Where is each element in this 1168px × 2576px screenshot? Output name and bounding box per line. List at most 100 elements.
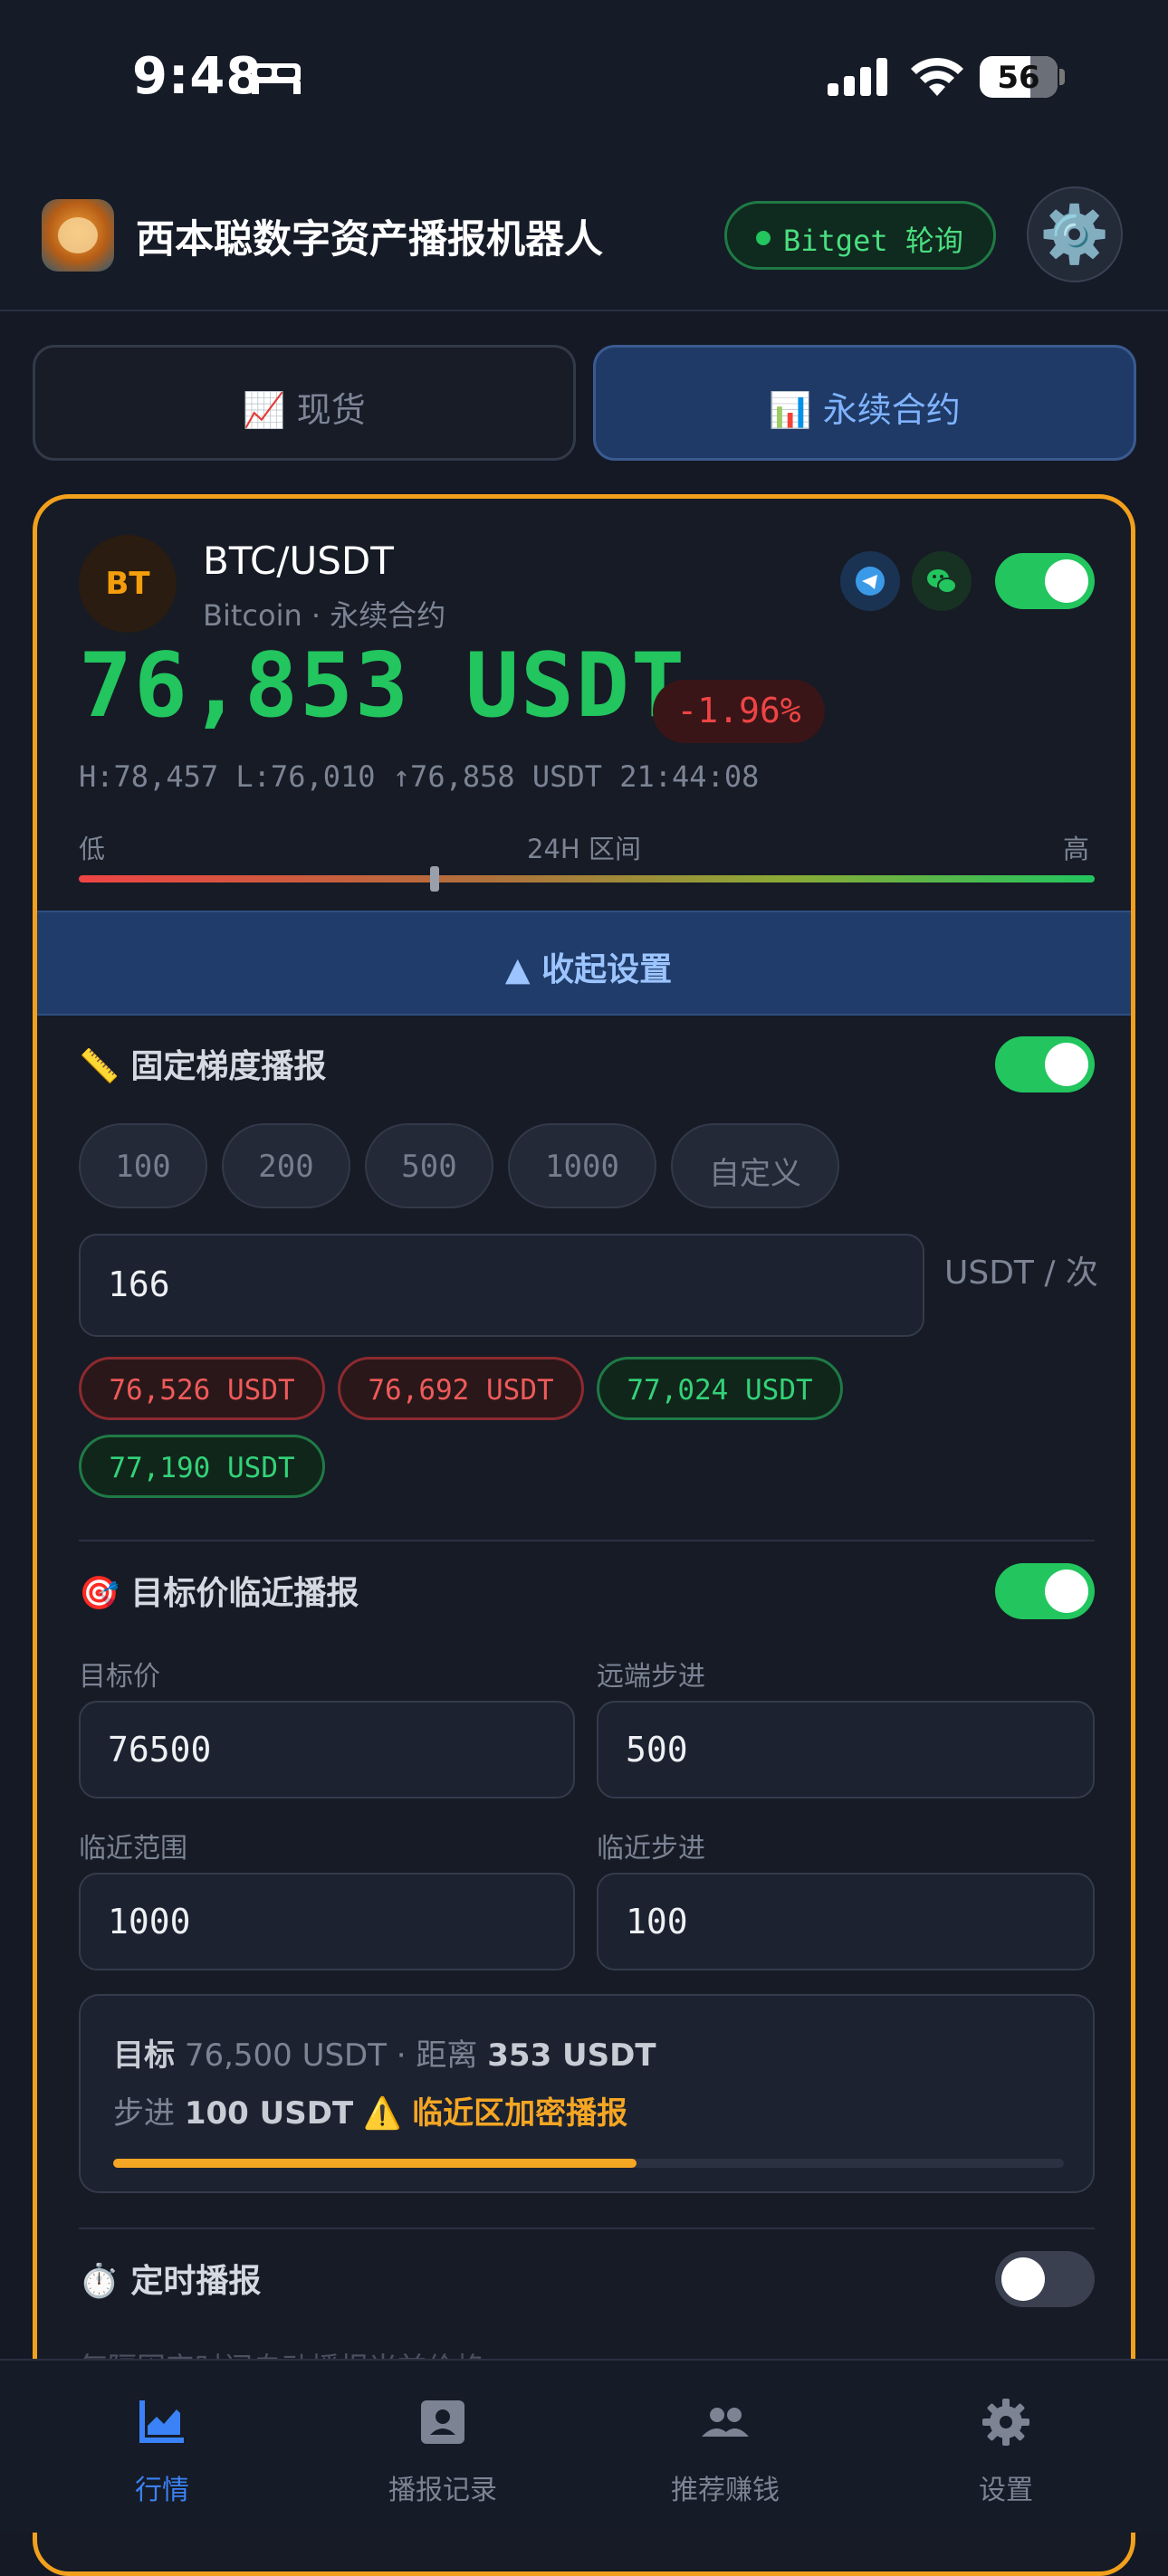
tab-spot-label: 📈 现货 xyxy=(243,390,366,430)
target-title: 🎯 目标价临近播报 xyxy=(79,1575,359,1612)
level-pill: 76,526 USDT xyxy=(79,1357,325,1420)
price-change-badge: -1.96% xyxy=(653,680,825,743)
bottom-nav: 行情 播报记录 推荐赚钱 设置 xyxy=(0,2359,1168,2533)
summary-step-label: 步进 xyxy=(113,2095,175,2132)
far-step-value: 500 xyxy=(626,1730,688,1770)
summary-target-value: 76,500 USDT · 距离 xyxy=(184,2037,478,2074)
app-title: 西本聪数字资产播报机器人 xyxy=(136,217,603,262)
summary-target-label: 目标 xyxy=(113,2037,175,2074)
nav-records-label: 播报记录 xyxy=(388,2475,497,2506)
timed-toggle[interactable] xyxy=(995,2251,1095,2307)
timed-title: ⏱️ 定时播报 xyxy=(79,2263,262,2300)
range-high-label: 高 xyxy=(1062,834,1089,864)
level-value: 77,190 USDT xyxy=(109,1452,295,1484)
preset-label: 100 xyxy=(115,1149,171,1185)
target-toggle[interactable] xyxy=(995,1563,1095,1619)
pair-subtitle: Bitcoin · 永续合约 xyxy=(203,598,446,633)
people-icon xyxy=(702,2408,749,2437)
settings-button[interactable]: ⚙️ xyxy=(1027,186,1123,282)
nav-settings[interactable]: 设置 xyxy=(860,2361,1152,2533)
nav-referral[interactable]: 推荐赚钱 xyxy=(579,2361,871,2533)
tab-spot[interactable]: 📈 现货 xyxy=(33,345,576,461)
near-step-input[interactable]: 100 xyxy=(597,1873,1095,1970)
collapse-settings-button[interactable]: ▲ 收起设置 xyxy=(37,911,1131,1016)
tab-perpetual[interactable]: 📊 永续合约 xyxy=(593,345,1136,461)
app-header: 西本聪数字资产播报机器人 Bitget 轮询 ⚙️ xyxy=(0,154,1168,311)
exchange-badge-label: Bitget 轮询 xyxy=(783,224,963,258)
coin-icon: BT xyxy=(79,535,177,633)
preset-100-button[interactable]: 100 xyxy=(79,1123,207,1208)
target-price-label: 目标价 xyxy=(79,1661,160,1693)
fixed-step-title: 📏 固定梯度播报 xyxy=(79,1048,327,1085)
exchange-status-badge[interactable]: Bitget 轮询 xyxy=(724,201,996,270)
preset-200-button[interactable]: 200 xyxy=(222,1123,350,1208)
nav-market[interactable]: 行情 xyxy=(16,2361,308,2533)
app-logo xyxy=(42,199,114,272)
target-price-input[interactable]: 76500 xyxy=(79,1701,575,1798)
target-price-value: 76500 xyxy=(108,1730,212,1770)
section-divider xyxy=(79,1540,1095,1541)
user-record-icon xyxy=(421,2400,464,2444)
target-summary-line: 目标 76,500 USDT · 距离 353 USDT xyxy=(113,2030,656,2075)
far-step-label: 远端步进 xyxy=(597,1661,705,1693)
gear-icon xyxy=(982,2399,1029,2446)
level-value: 76,526 USDT xyxy=(109,1374,295,1407)
status-time: 9:48 xyxy=(132,47,263,106)
fixed-step-toggle[interactable] xyxy=(995,1036,1095,1092)
battery-level: 56 xyxy=(997,60,1040,96)
section-divider xyxy=(79,2228,1095,2229)
preset-label: 500 xyxy=(401,1149,457,1185)
level-pill: 77,024 USDT xyxy=(597,1357,843,1420)
ticker-enable-toggle[interactable] xyxy=(995,553,1095,609)
step-summary-line: 步进 100 USDT ⚠️ 临近区加密播报 xyxy=(113,2088,627,2132)
wechat-push-button[interactable] xyxy=(912,551,972,611)
price-stats: H:78,457 L:76,010 ↑76,858 USDT 21:44:08 xyxy=(79,759,760,794)
cellular-signal-icon xyxy=(828,58,887,96)
status-dot xyxy=(756,231,771,245)
near-step-label: 临近步进 xyxy=(597,1833,705,1865)
preset-custom-button[interactable]: 自定义 xyxy=(671,1123,839,1208)
summary-step-value: 100 USDT xyxy=(184,2095,354,2132)
level-pill: 76,692 USDT xyxy=(338,1357,584,1420)
preset-1000-button[interactable]: 1000 xyxy=(508,1123,656,1208)
nav-broadcast-records[interactable]: 播报记录 xyxy=(297,2361,589,2533)
range-track xyxy=(79,875,1095,883)
range-position-marker xyxy=(429,866,439,892)
collapse-settings-label: ▲ 收起设置 xyxy=(504,951,673,988)
preset-label: 1000 xyxy=(545,1149,619,1185)
level-value: 77,024 USDT xyxy=(627,1374,813,1407)
nav-market-label: 行情 xyxy=(135,2475,189,2506)
near-range-value: 1000 xyxy=(108,1902,191,1942)
telegram-icon xyxy=(856,567,885,596)
wifi-icon xyxy=(911,57,963,96)
price-change: -1.96% xyxy=(676,691,801,730)
preset-label: 自定义 xyxy=(709,1156,801,1192)
nav-settings-label: 设置 xyxy=(979,2475,1033,2506)
ticker-card: BT BTC/USDT Bitcoin · 永续合约 76,853 USDT -… xyxy=(33,494,1135,2576)
level-value: 76,692 USDT xyxy=(368,1374,554,1407)
summary-distance: 353 USDT xyxy=(487,2037,656,2074)
sleep-focus-icon xyxy=(252,63,301,94)
preset-500-button[interactable]: 500 xyxy=(365,1123,493,1208)
near-range-input[interactable]: 1000 xyxy=(79,1873,575,1970)
pair-name: BTC/USDT xyxy=(203,539,394,583)
nav-referral-label: 推荐赚钱 xyxy=(671,2475,780,2506)
step-amount-value: 166 xyxy=(108,1264,170,1304)
range-title: 24H 区间 xyxy=(527,834,641,864)
status-bar: 9:48 56 xyxy=(0,0,1168,154)
target-summary-box: 目标 76,500 USDT · 距离 353 USDT 步进 100 USDT… xyxy=(79,1994,1095,2193)
near-range-label: 临近范围 xyxy=(79,1833,187,1865)
tab-perpetual-label: 📊 永续合约 xyxy=(769,390,961,430)
wechat-icon xyxy=(927,569,957,594)
battery-icon: 56 xyxy=(980,56,1058,98)
coin-abbr: BT xyxy=(105,566,150,602)
preset-label: 200 xyxy=(258,1149,314,1185)
level-pill: 77,190 USDT xyxy=(79,1435,325,1498)
telegram-push-button[interactable] xyxy=(840,551,900,611)
distance-progress-fill xyxy=(113,2159,637,2168)
step-unit-label: USDT / 次 xyxy=(944,1255,1098,1292)
chart-icon xyxy=(139,2400,184,2443)
near-step-value: 100 xyxy=(626,1902,688,1942)
far-step-input[interactable]: 500 xyxy=(597,1701,1095,1798)
step-amount-input[interactable]: 166 xyxy=(79,1234,924,1337)
